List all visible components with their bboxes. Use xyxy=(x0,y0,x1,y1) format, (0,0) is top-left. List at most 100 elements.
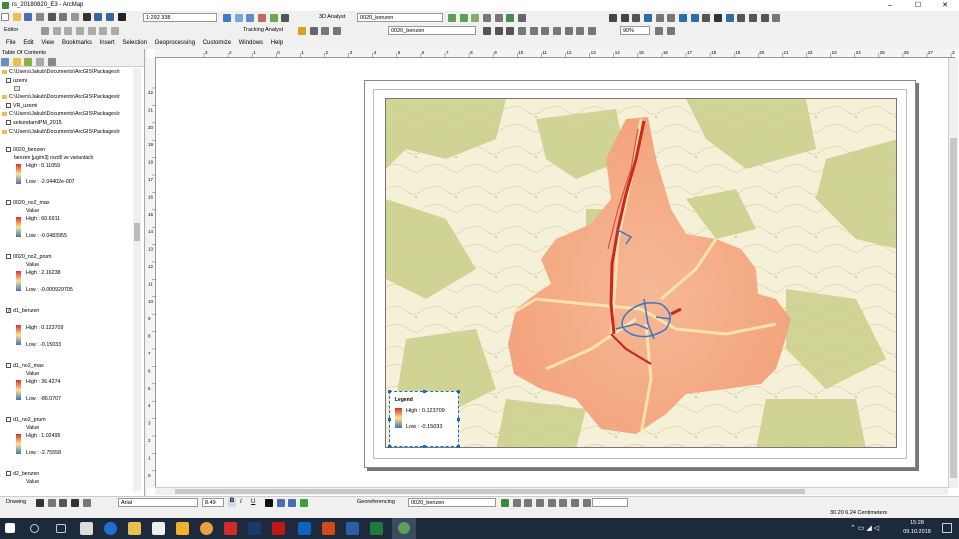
toc-scroll-thumb[interactable] xyxy=(134,223,140,241)
scale-georef-icon[interactable] xyxy=(547,499,556,507)
fixed-zoom-out-icon[interactable] xyxy=(667,14,676,22)
selection-handle[interactable] xyxy=(457,418,460,421)
toc-layer-item[interactable]: d1_no2_max xyxy=(6,363,44,370)
arctoolbox-icon[interactable] xyxy=(269,14,278,22)
menu-file[interactable]: File xyxy=(6,38,16,48)
layout-back-icon[interactable] xyxy=(541,27,550,35)
toc-layer-item[interactable]: d1_no2_prum xyxy=(6,417,46,424)
selection-handle[interactable] xyxy=(388,418,391,421)
menu-help[interactable]: Help xyxy=(271,38,283,48)
zoom-percent-select[interactable]: 90% xyxy=(620,26,650,35)
redo-icon[interactable] xyxy=(106,13,115,21)
menu-selection[interactable]: Selection xyxy=(122,38,147,48)
layout-options-icon[interactable] xyxy=(666,27,675,35)
edit-tool-icon[interactable] xyxy=(41,27,49,35)
toc-folder-item[interactable]: C:\Users\Jakub\Documents\ArcGIS\Packages… xyxy=(2,129,120,136)
notifications-icon[interactable] xyxy=(942,523,952,533)
layer-checkbox[interactable] xyxy=(6,471,11,477)
toc-folder-item[interactable]: C:\Users\Jakub\Documents\ArcGIS\Packages… xyxy=(2,94,120,101)
edit-vertices-icon[interactable] xyxy=(82,499,91,507)
identify-icon[interactable] xyxy=(725,14,734,22)
trace-icon[interactable] xyxy=(76,27,85,35)
text-icon[interactable] xyxy=(71,499,80,507)
list-by-visibility-icon[interactable] xyxy=(24,58,33,66)
firefox-icon[interactable] xyxy=(200,522,213,535)
layer-checkbox[interactable] xyxy=(6,363,11,369)
save-icon[interactable] xyxy=(24,13,33,21)
layer-checkbox[interactable] xyxy=(6,103,11,109)
toc-layer-item[interactable]: 0020_benzen xyxy=(6,147,45,154)
clock-date[interactable]: 09.10.2018 xyxy=(898,529,936,535)
menu-insert[interactable]: Insert xyxy=(100,38,115,48)
view-link-table-icon[interactable] xyxy=(512,499,521,507)
layer-checkbox[interactable] xyxy=(6,254,11,260)
update-display-icon[interactable] xyxy=(582,499,591,507)
open-icon[interactable] xyxy=(12,13,21,21)
select-elements-pointer-icon[interactable] xyxy=(36,499,44,507)
3d-analyst-menu[interactable]: 3D Analyst xyxy=(319,14,345,20)
font-color-icon[interactable] xyxy=(265,499,273,507)
print-icon[interactable] xyxy=(36,13,45,21)
task-view-icon[interactable] xyxy=(56,524,66,533)
selection-handle[interactable] xyxy=(457,445,460,448)
toc-layer-item[interactable]: 0020_no2_max xyxy=(6,200,50,207)
mail-icon[interactable] xyxy=(152,522,165,535)
selection-handle[interactable] xyxy=(423,445,426,448)
hyperlink-icon[interactable] xyxy=(760,14,769,22)
viewer-icon[interactable] xyxy=(571,499,580,507)
html-popup-icon[interactable] xyxy=(772,14,781,22)
catalog-icon[interactable] xyxy=(246,14,255,22)
windows-start-icon[interactable] xyxy=(5,523,15,533)
line-of-sight-icon[interactable] xyxy=(483,14,492,22)
horizontal-scroll-thumb[interactable] xyxy=(175,489,805,494)
layer-select[interactable]: 0020_benzen xyxy=(388,26,476,35)
layer-checkbox[interactable] xyxy=(6,147,11,153)
tracking-chart-icon[interactable] xyxy=(333,27,342,35)
toc-folder-item[interactable]: C:\Users\Jakub\Documents\ArcGIS\Packages… xyxy=(2,111,120,118)
selection-handle[interactable] xyxy=(423,390,426,393)
fixed-zoom-in-icon[interactable] xyxy=(655,14,664,22)
marker-color-icon[interactable] xyxy=(300,499,309,507)
toggle-draft-icon[interactable] xyxy=(564,27,573,35)
toc-layer-item[interactable]: VR_uzemi xyxy=(6,103,37,110)
calculator-icon[interactable] xyxy=(80,522,93,535)
rectangle-icon[interactable] xyxy=(59,499,68,507)
arcglobe-icon[interactable] xyxy=(518,14,527,22)
georeferencing-menu[interactable]: Georeferencing xyxy=(357,499,395,505)
python-icon[interactable] xyxy=(281,14,290,22)
profile-graph-icon[interactable] xyxy=(494,14,503,22)
tracking-analyst-menu[interactable]: Tracking Analyst xyxy=(243,27,283,33)
toc-scrollbar[interactable] xyxy=(133,68,141,491)
new-icon[interactable] xyxy=(1,13,9,21)
selection-handle[interactable] xyxy=(457,390,460,393)
vertical-scroll-thumb[interactable] xyxy=(950,138,957,478)
add-data-icon[interactable] xyxy=(117,13,126,21)
editor-toolbar-icon[interactable] xyxy=(223,14,231,22)
point-icon[interactable] xyxy=(87,27,96,35)
change-layout-icon[interactable] xyxy=(588,27,597,35)
toc-layer-item[interactable]: d2_benzen xyxy=(6,471,39,478)
auto-adjust-icon[interactable] xyxy=(559,499,568,507)
toc-layer-item[interactable]: 0020_no2_prum xyxy=(6,254,52,261)
tray-icons[interactable]: ⌃ ▭ ◢ ◁ xyxy=(850,524,879,532)
layout-zoom-out-icon[interactable] xyxy=(494,27,503,35)
menu-edit[interactable]: Edit xyxy=(23,38,33,48)
paste-icon[interactable] xyxy=(71,13,80,21)
zoom-in-icon[interactable] xyxy=(609,14,617,22)
powerpoint-icon[interactable] xyxy=(322,522,335,535)
zoom-whole-page-icon[interactable] xyxy=(518,27,527,35)
selection-handle[interactable] xyxy=(388,390,391,393)
search-icon[interactable] xyxy=(30,524,39,533)
arcscene-icon[interactable] xyxy=(506,14,515,22)
toc-layer-item[interactable]: ✓ d1_benzen xyxy=(6,308,39,315)
editor-menu[interactable]: Editor xyxy=(4,27,18,33)
rotate-icon[interactable] xyxy=(111,27,120,35)
file-explorer-icon[interactable] xyxy=(128,522,141,535)
italic-button[interactable]: I xyxy=(240,499,242,505)
line-color-icon[interactable] xyxy=(288,499,297,507)
data-driven-pages-icon[interactable] xyxy=(655,27,663,35)
select-features-icon[interactable] xyxy=(702,14,711,22)
table-icon[interactable] xyxy=(234,14,243,22)
3d-layer-select[interactable]: 0020_benzen xyxy=(357,13,443,22)
tracking-settings-icon[interactable] xyxy=(321,27,330,35)
